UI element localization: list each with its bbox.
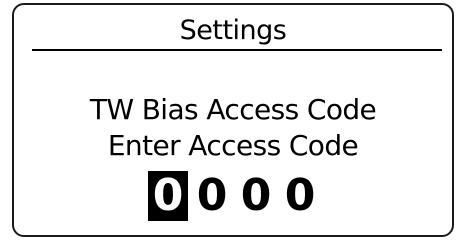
page-title: Settings [179, 15, 287, 46]
access-code-digit-4[interactable]: 0 [280, 171, 320, 221]
access-code-digit-3[interactable]: 0 [236, 171, 276, 221]
access-code-digits: 0 0 0 0 [148, 170, 324, 222]
settings-screen: Settings TW Bias Access Code Enter Acces… [12, 3, 454, 237]
access-code-heading: TW Bias Access Code [89, 93, 377, 126]
title-divider [32, 49, 442, 51]
access-code-digit-2[interactable]: 0 [192, 171, 232, 221]
access-code-prompt: Enter Access Code [107, 129, 359, 162]
access-code-digit-1[interactable]: 0 [148, 171, 188, 221]
